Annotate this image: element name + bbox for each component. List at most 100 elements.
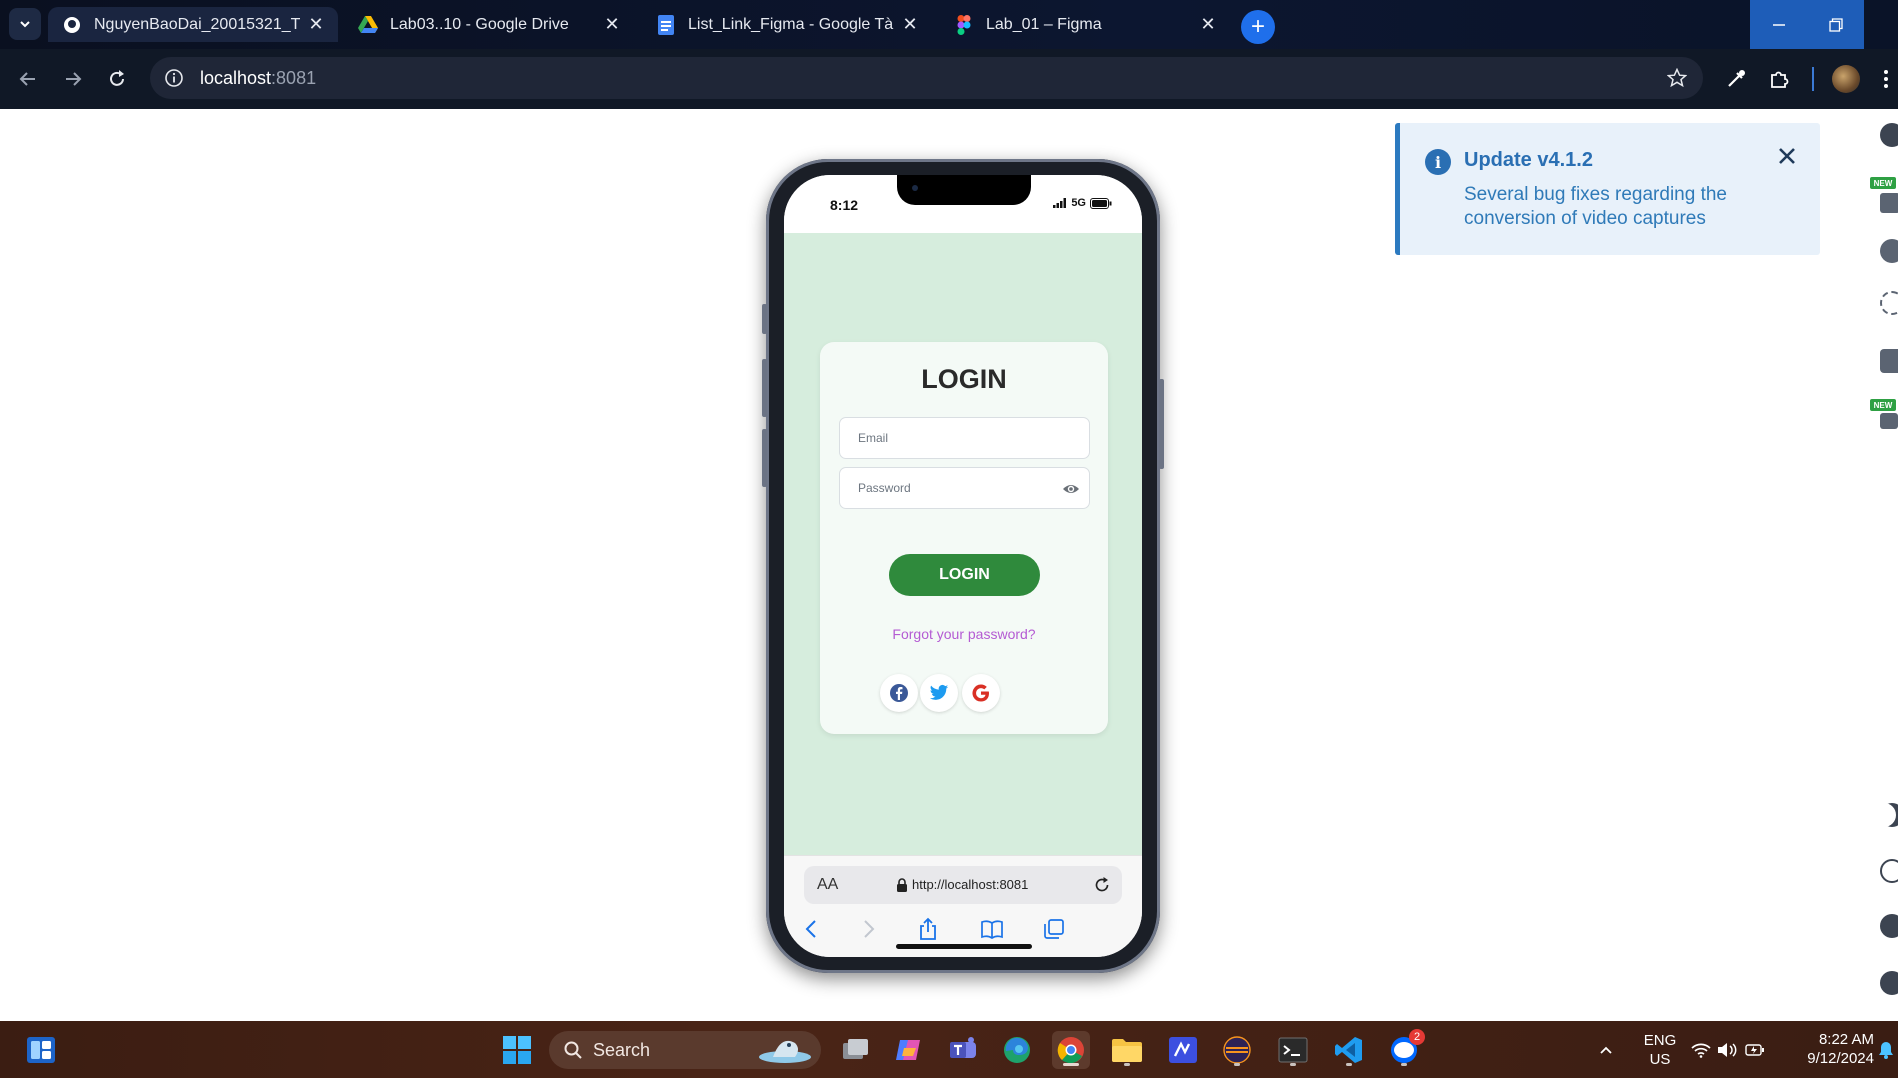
phone-screen: 8:12 5G LOGIN Email Password LOGIN Forgo… — [784, 175, 1142, 957]
edge-icon — [1004, 1037, 1030, 1063]
area-capture-icon[interactable] — [1880, 291, 1898, 315]
arrow-left-icon — [19, 72, 35, 86]
copilot-button[interactable] — [890, 1031, 928, 1069]
address-bar[interactable]: localhost:8081 — [150, 57, 1703, 99]
url-host: localhost — [200, 67, 272, 88]
phone-notch — [897, 175, 1031, 205]
tab-google-docs[interactable]: List_Link_Figma - Google Tài liệu ✕ — [642, 7, 932, 42]
notifications-button[interactable] — [1876, 1031, 1896, 1069]
capture-tool-icon[interactable] — [1880, 193, 1898, 213]
eyedropper-extension-button[interactable] — [1720, 63, 1752, 95]
login-button[interactable]: LOGIN — [889, 554, 1040, 596]
terminal-icon — [1278, 1037, 1308, 1063]
battery-charging-icon — [1745, 1044, 1764, 1056]
file-explorer-button[interactable] — [1108, 1031, 1146, 1069]
zalo-button[interactable]: 2 — [1385, 1029, 1425, 1069]
more-vert-icon — [1884, 70, 1888, 88]
running-indicator — [1290, 1063, 1296, 1066]
wifi-icon — [1691, 1043, 1711, 1058]
profile-button[interactable] — [1830, 63, 1862, 95]
safari-tabs-button[interactable] — [1041, 916, 1067, 942]
reload-button[interactable] — [99, 61, 135, 97]
new-tab-button[interactable]: + — [1241, 10, 1275, 44]
quick-settings-button[interactable] — [1690, 1031, 1766, 1069]
edge-button[interactable] — [998, 1031, 1036, 1069]
terminal-button[interactable] — [1274, 1031, 1312, 1069]
avatar — [1832, 65, 1860, 93]
close-panel-icon[interactable] — [1880, 123, 1898, 147]
text-size-button[interactable]: AA — [817, 876, 838, 894]
clock-time: 8:22 AM — [1818, 1031, 1874, 1048]
help-icon[interactable] — [1880, 914, 1898, 938]
volume-icon — [1718, 1043, 1737, 1057]
close-tab-icon[interactable]: ✕ — [604, 14, 620, 34]
tab-search-button[interactable] — [9, 8, 41, 40]
twitter-login-button[interactable] — [920, 674, 958, 712]
site-info-icon[interactable] — [164, 68, 184, 88]
status-time: 8:12 — [830, 197, 859, 213]
widgets-icon — [27, 1037, 55, 1063]
chrome-taskbar-button[interactable] — [1052, 1031, 1090, 1069]
password-placeholder: Password — [858, 481, 911, 495]
safari-share-button[interactable] — [915, 916, 941, 942]
tab-title: List_Link_Figma - Google Tài liệu — [688, 15, 894, 33]
forward-button[interactable] — [55, 61, 91, 97]
minimize-button[interactable] — [1750, 0, 1807, 49]
start-button[interactable] — [498, 1031, 536, 1069]
show-hidden-icons-button[interactable] — [1592, 1031, 1620, 1069]
chrome-menu-button[interactable] — [1876, 63, 1896, 95]
google-login-button[interactable] — [962, 674, 1000, 712]
back-button[interactable] — [10, 61, 46, 97]
facebook-login-button[interactable] — [880, 674, 918, 712]
tab-title: Lab_01 – Figma — [986, 15, 1102, 33]
restore-button[interactable] — [1807, 0, 1864, 49]
tab-github[interactable]: NguyenBaoDai_20015321_THLT ✕ — [48, 7, 338, 42]
close-tab-icon[interactable]: ✕ — [902, 14, 918, 34]
new-badge: NEW — [1870, 399, 1896, 411]
notification-body: Several bug fixes regarding the conversi… — [1464, 184, 1727, 229]
safari-back-button[interactable] — [798, 916, 824, 942]
close-icon — [1779, 148, 1795, 164]
extensions-button[interactable] — [1763, 63, 1795, 95]
input-language[interactable]: ENG US — [1640, 1031, 1680, 1069]
dark-mode-icon[interactable] — [1880, 803, 1898, 827]
safari-forward-button[interactable] — [856, 916, 882, 942]
tab-title: Lab03..10 - Google Drive — [390, 15, 569, 33]
safari-address-field[interactable]: AA http://localhost:8081 — [804, 866, 1122, 904]
taskbar-search[interactable]: Search — [549, 1031, 821, 1069]
video-tool-icon[interactable] — [1880, 413, 1898, 429]
safari-bottom-bar: AA http://localhost:8081 — [784, 855, 1142, 957]
tab-google-drive[interactable]: Lab03..10 - Google Drive ✕ — [344, 7, 634, 42]
show-password-eye-icon[interactable] — [1062, 480, 1080, 498]
login-app: LOGIN Email Password LOGIN Forgot your p… — [784, 233, 1142, 855]
close-tab-icon[interactable]: ✕ — [1200, 14, 1216, 34]
bookmark-star-icon[interactable] — [1667, 68, 1687, 88]
camera-icon[interactable] — [1880, 349, 1898, 373]
password-field[interactable]: Password — [839, 467, 1090, 509]
forgot-password-link[interactable]: Forgot your password? — [820, 626, 1108, 642]
tabs-icon — [1044, 919, 1064, 939]
login-heading: LOGIN — [921, 364, 1007, 394]
task-view-icon — [843, 1039, 868, 1059]
share-icon[interactable] — [1880, 859, 1898, 883]
tab-title: NguyenBaoDai_20015321_THLT — [94, 15, 300, 33]
email-field[interactable]: Email — [839, 417, 1090, 459]
settings-gear-icon[interactable] — [1880, 971, 1898, 995]
info-tool-icon[interactable] — [1880, 239, 1898, 263]
notification-count-badge: 2 — [1409, 1029, 1425, 1045]
eclipse-button[interactable] — [1218, 1031, 1256, 1069]
close-tab-icon[interactable]: ✕ — [308, 14, 324, 34]
vscode-button[interactable] — [1330, 1031, 1368, 1069]
keyboard-region: US — [1649, 1051, 1671, 1068]
tab-figma[interactable]: Lab_01 – Figma ✕ — [940, 7, 1230, 42]
clock[interactable]: 8:22 AM 9/12/2024 — [1790, 1030, 1874, 1068]
teams-button[interactable] — [944, 1031, 982, 1069]
widgets-button[interactable] — [22, 1031, 60, 1069]
task-view-button[interactable] — [836, 1031, 874, 1069]
plus-icon: + — [1250, 13, 1265, 40]
visual-paradigm-button[interactable] — [1164, 1031, 1202, 1069]
reload-icon — [110, 70, 124, 86]
notification-close-button[interactable] — [1774, 143, 1800, 169]
reload-icon[interactable] — [1092, 875, 1112, 895]
safari-bookmarks-button[interactable] — [979, 916, 1005, 942]
